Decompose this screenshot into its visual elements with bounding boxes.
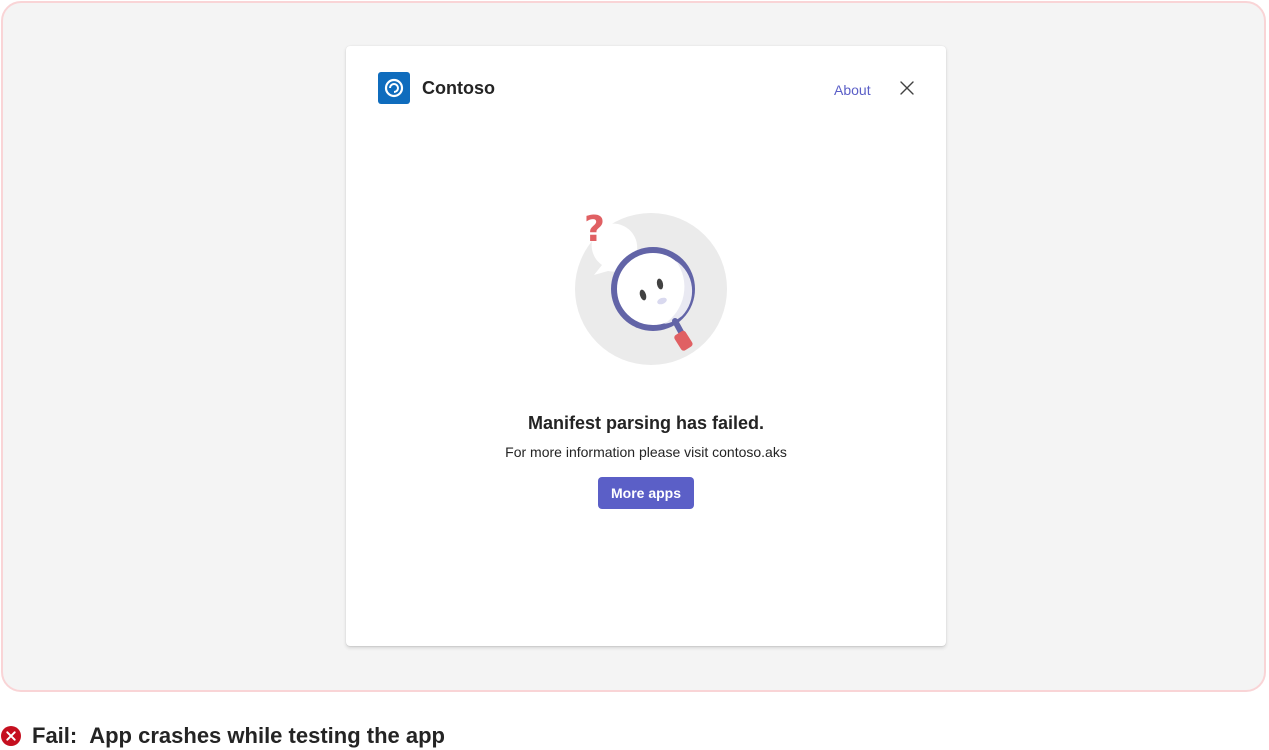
- caption-text: App crashes while testing the app: [89, 723, 445, 748]
- app-name: Contoso: [422, 78, 495, 98]
- about-link[interactable]: About: [834, 81, 871, 99]
- contoso-logo-icon: [378, 72, 410, 104]
- more-apps-button[interactable]: More apps: [598, 477, 694, 509]
- svg-text:?: ?: [584, 209, 605, 250]
- caption-label: Fail:: [32, 723, 78, 748]
- error-title: Manifest parsing has failed.: [527, 413, 765, 433]
- app-dialog: Contoso About ? Manifest parsing has fai…: [346, 46, 946, 646]
- magnifying-glass-question-illustration: ?: [556, 201, 736, 371]
- close-button[interactable]: [898, 79, 916, 97]
- fail-icon: [1, 726, 21, 746]
- example-frame: Contoso About ? Manifest parsing has fai…: [1, 1, 1266, 692]
- error-subtitle: For more information please visit contos…: [505, 444, 787, 460]
- close-icon: [900, 81, 914, 95]
- fail-caption: Fail: App crashes while testing the app: [0, 722, 445, 750]
